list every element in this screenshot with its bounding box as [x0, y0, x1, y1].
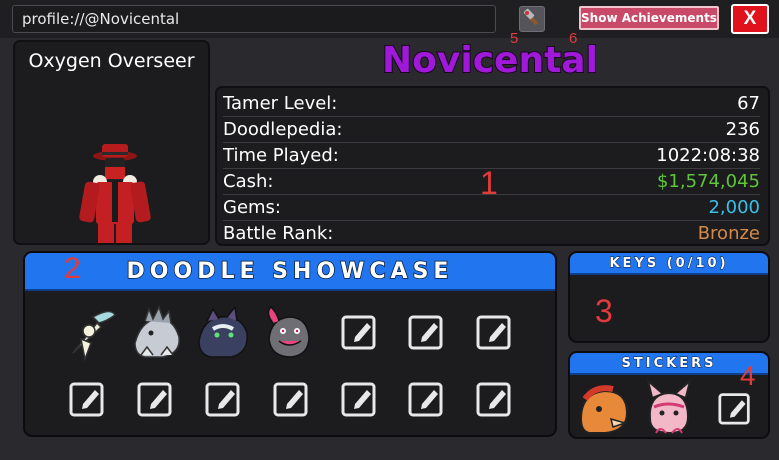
stat-label: Doodlepedia:	[223, 119, 343, 140]
annotation-3: 3	[595, 293, 613, 329]
empty-slot-edit-icon[interactable]	[273, 380, 310, 417]
close-button[interactable]: X	[731, 4, 769, 34]
doodle-slot-2[interactable]	[127, 303, 187, 363]
stat-value: 67	[737, 93, 760, 114]
stat-row-tamer-level: Tamer Level: 67	[223, 91, 760, 117]
stat-value: 2,000	[708, 197, 760, 218]
stat-value: 236	[725, 119, 760, 140]
top-bar: profile://@Novicental Show Achievements …	[0, 0, 779, 38]
profile-url-field[interactable]: profile://@Novicental	[12, 5, 496, 33]
show-achievements-button[interactable]: Show Achievements	[579, 6, 719, 30]
stat-label: Battle Rank:	[223, 223, 334, 244]
player-title: Oxygen Overseer	[28, 50, 195, 72]
stat-label: Cash:	[223, 171, 274, 192]
empty-slot-edit-icon[interactable]	[408, 380, 445, 417]
showcase-title: DOODLE SHOWCASE	[25, 253, 555, 291]
doodle-showcase-panel: DOODLE SHOWCASE	[23, 251, 557, 437]
empty-slot-edit-icon[interactable]	[205, 380, 242, 417]
annotation-4: 4	[740, 360, 756, 391]
doodle-slot-4[interactable]	[259, 303, 319, 363]
stat-value: 1022:08:38	[656, 145, 760, 166]
empty-slot-edit-icon[interactable]	[69, 380, 106, 417]
keys-title: KEYS (0/10)	[570, 253, 768, 275]
stat-label: Time Played:	[223, 145, 339, 166]
stat-row-doodlepedia: Doodlepedia: 236	[223, 117, 760, 143]
stat-row-battle-rank: Battle Rank: Bronze	[223, 221, 760, 247]
empty-slot-edit-icon[interactable]	[408, 313, 445, 350]
empty-slot-edit-icon[interactable]	[341, 380, 378, 417]
hammer-button[interactable]	[519, 6, 545, 32]
sticker-1[interactable]	[575, 379, 633, 437]
empty-slot-edit-icon[interactable]	[137, 380, 174, 417]
hammer-icon	[523, 8, 538, 25]
player-name: Novicental	[381, 39, 599, 82]
stat-value: Bronze	[697, 223, 760, 244]
avatar	[79, 144, 151, 243]
title-card: Oxygen Overseer	[13, 40, 210, 245]
stat-value: $1,574,045	[656, 171, 760, 192]
doodle-slot-1[interactable]	[63, 303, 123, 363]
stickers-title: STICKERS	[570, 353, 768, 375]
stat-label: Tamer Level:	[223, 93, 338, 114]
annotation-1: 1	[480, 165, 498, 201]
doodle-slot-3[interactable]	[193, 303, 253, 363]
empty-slot-edit-icon[interactable]	[476, 380, 513, 417]
sticker-2[interactable]	[640, 375, 698, 437]
annotation-2: 2	[64, 252, 81, 285]
stat-label: Gems:	[223, 197, 281, 218]
empty-slot-edit-icon[interactable]	[476, 313, 513, 350]
empty-sticker-edit-icon[interactable]	[718, 391, 752, 425]
empty-slot-edit-icon[interactable]	[341, 313, 378, 350]
